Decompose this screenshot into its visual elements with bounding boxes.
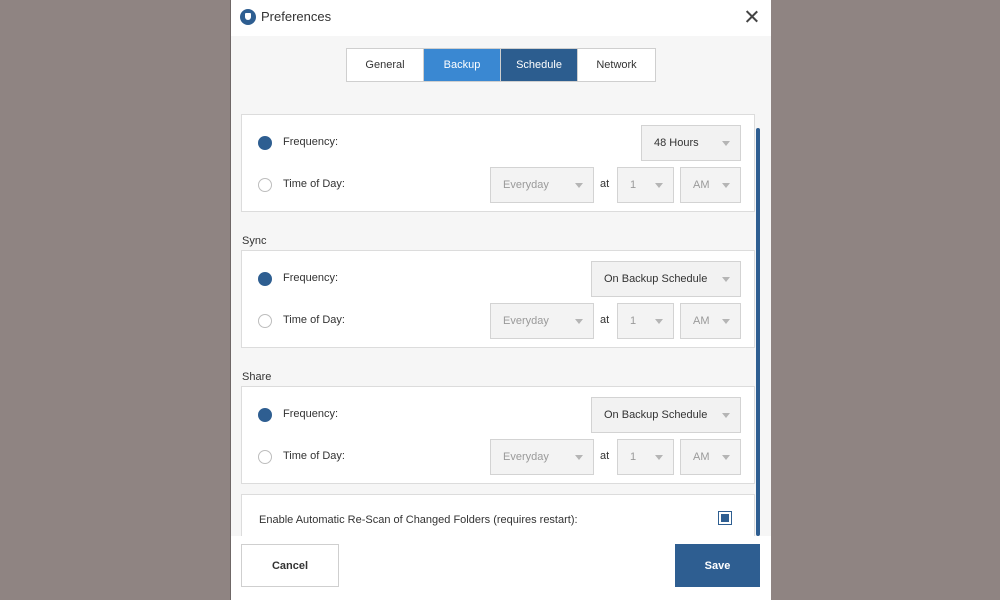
sync-time-radio[interactable] <box>258 314 272 328</box>
share-frequency-select[interactable]: On Backup Schedule <box>591 397 741 433</box>
close-icon[interactable] <box>741 6 763 28</box>
backup-frequency-row: Frequency: 48 Hours <box>242 125 754 161</box>
chevron-down-icon <box>722 141 730 146</box>
sync-frequency-label: Frequency: <box>283 272 339 284</box>
backup-time-row: Time of Day: Everyday at 1 AM <box>242 167 754 203</box>
chevron-down-icon <box>655 455 663 460</box>
chevron-down-icon <box>722 183 730 188</box>
tab-network[interactable]: Network <box>578 49 655 81</box>
sync-schedule-panel: Frequency: On Backup Schedule Time of Da… <box>241 250 755 348</box>
share-ampm-select[interactable]: AM <box>680 439 741 475</box>
backup-frequency-label: Frequency: <box>283 136 339 148</box>
share-time-radio[interactable] <box>258 450 272 464</box>
chevron-down-icon <box>722 413 730 418</box>
rescan-checkbox[interactable] <box>718 511 732 525</box>
preferences-content: General Backup Schedule Network Frequenc… <box>231 36 771 536</box>
backup-at-label: at <box>600 178 610 190</box>
sync-hour-value: 1 <box>630 315 637 327</box>
scrollbar[interactable] <box>756 128 760 536</box>
share-frequency-row: Frequency: On Backup Schedule <box>242 397 754 433</box>
chevron-down-icon <box>722 319 730 324</box>
tab-schedule[interactable]: Schedule <box>501 49 578 81</box>
rescan-panel: Enable Automatic Re-Scan of Changed Fold… <box>241 494 755 536</box>
sync-hour-select[interactable]: 1 <box>617 303 674 339</box>
share-time-row: Time of Day: Everyday at 1 AM <box>242 439 754 475</box>
share-ampm-value: AM <box>693 451 710 463</box>
app-logo-icon <box>240 9 256 25</box>
backup-hour-value: 1 <box>630 179 637 191</box>
rescan-label: Enable Automatic Re-Scan of Changed Fold… <box>259 514 578 526</box>
sync-frequency-select[interactable]: On Backup Schedule <box>591 261 741 297</box>
backup-frequency-radio[interactable] <box>258 136 272 150</box>
title-bar: Preferences <box>231 0 771 36</box>
share-frequency-radio[interactable] <box>258 408 272 422</box>
share-day-value: Everyday <box>503 451 549 463</box>
sync-time-label: Time of Day: <box>283 314 345 326</box>
backup-time-label: Time of Day: <box>283 178 345 190</box>
tab-general[interactable]: General <box>347 49 424 81</box>
sync-ampm-value: AM <box>693 315 710 327</box>
preferences-dialog: Preferences General Backup Schedule Netw… <box>230 0 771 600</box>
save-button[interactable]: Save <box>675 544 760 587</box>
dialog-footer: Cancel Save <box>231 536 771 600</box>
share-section-label: Share <box>242 371 272 383</box>
share-hour-select[interactable]: 1 <box>617 439 674 475</box>
chevron-down-icon <box>575 319 583 324</box>
share-hour-value: 1 <box>630 451 637 463</box>
sync-section-label: Sync <box>242 235 267 247</box>
cancel-button[interactable]: Cancel <box>241 544 339 587</box>
backup-hour-select[interactable]: 1 <box>617 167 674 203</box>
backup-time-radio[interactable] <box>258 178 272 192</box>
backup-frequency-value: 48 Hours <box>654 137 699 149</box>
sync-ampm-select[interactable]: AM <box>680 303 741 339</box>
chevron-down-icon <box>722 455 730 460</box>
sync-frequency-value: On Backup Schedule <box>604 273 708 285</box>
sync-time-row: Time of Day: Everyday at 1 AM <box>242 303 754 339</box>
backup-schedule-panel: Frequency: 48 Hours Time of Day: Everyda… <box>241 114 755 212</box>
tab-bar: General Backup Schedule Network <box>346 48 656 82</box>
share-time-label: Time of Day: <box>283 450 345 462</box>
sync-frequency-radio[interactable] <box>258 272 272 286</box>
share-frequency-label: Frequency: <box>283 408 339 420</box>
backup-frequency-select[interactable]: 48 Hours <box>641 125 741 161</box>
sync-day-select[interactable]: Everyday <box>490 303 594 339</box>
sync-at-label: at <box>600 314 610 326</box>
chevron-down-icon <box>575 455 583 460</box>
share-frequency-value: On Backup Schedule <box>604 409 708 421</box>
backup-day-value: Everyday <box>503 179 549 191</box>
window-title: Preferences <box>261 9 332 24</box>
share-day-select[interactable]: Everyday <box>490 439 594 475</box>
chevron-down-icon <box>722 277 730 282</box>
chevron-down-icon <box>655 183 663 188</box>
backup-ampm-value: AM <box>693 179 710 191</box>
sync-frequency-row: Frequency: On Backup Schedule <box>242 261 754 297</box>
tab-backup[interactable]: Backup <box>424 49 501 81</box>
share-schedule-panel: Frequency: On Backup Schedule Time of Da… <box>241 386 755 484</box>
share-at-label: at <box>600 450 610 462</box>
backup-day-select[interactable]: Everyday <box>490 167 594 203</box>
backup-ampm-select[interactable]: AM <box>680 167 741 203</box>
chevron-down-icon <box>575 183 583 188</box>
chevron-down-icon <box>655 319 663 324</box>
sync-day-value: Everyday <box>503 315 549 327</box>
